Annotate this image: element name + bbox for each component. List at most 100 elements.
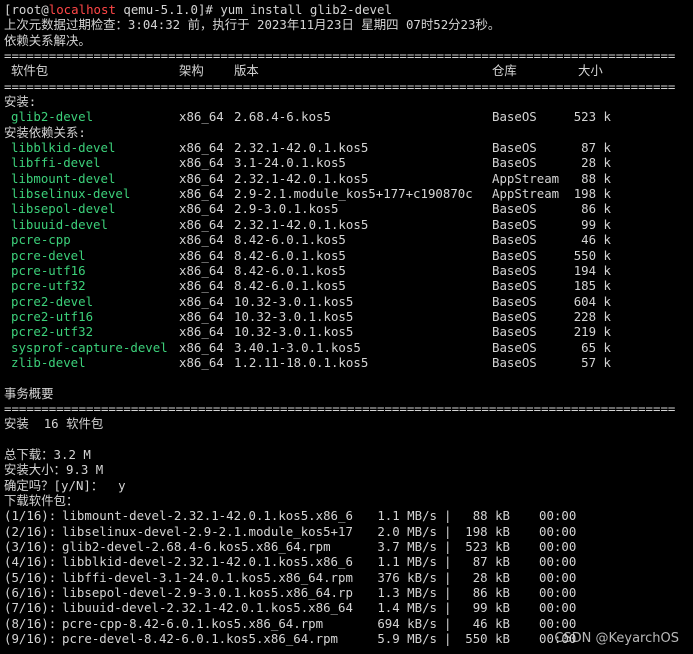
package-repo: BaseOS [492, 354, 537, 370]
download-row: (8/16): pcre-cpp-8.42-6.0.1.kos5.x86_64.r… [4, 616, 691, 631]
download-row: (4/16): libblkid-devel-2.32.1-42.0.1.kos5… [4, 554, 691, 569]
download-index: (1/16): [4, 508, 57, 524]
total-download: 总下载：3.2 M [4, 446, 91, 462]
download-row: (3/16): glib2-devel-2.68.4-6.kos5.x86_64.… [4, 539, 691, 554]
package-repo: BaseOS [492, 247, 537, 263]
header-size: 大小 [578, 63, 603, 79]
table-header-row: 软件包 架构 版本 仓库 大小 [4, 63, 691, 78]
package-size: 523 k [573, 109, 611, 125]
package-version: 8.42-6.0.1.kos5 [234, 232, 346, 248]
package-name: pcre2-utf32 [11, 324, 94, 340]
package-arch: x86_64 [179, 293, 224, 309]
package-size: 57 k [581, 354, 611, 370]
package-name: libblkid-devel [11, 140, 116, 156]
installing-label: 安装: [4, 94, 37, 110]
download-file: pcre-devel-8.42-6.0.1.kos5.x86_64.rpm [62, 631, 339, 647]
download-file: libuuid-devel-2.32.1-42.0.1.kos5.x86_64 [62, 600, 353, 616]
download-rate: 1.3 MB/s [377, 585, 437, 601]
package-row: sysprof-capture-devel x86_64 3.40.1-3.0.1.… [4, 340, 691, 355]
confirm-prompt: 确定吗？[y/N]： y [4, 477, 126, 493]
download-time: 00:00 [539, 508, 577, 524]
download-rate: 694 kB/s [377, 615, 437, 631]
download-time: 00:00 [539, 600, 577, 616]
package-arch: x86_64 [179, 339, 224, 355]
dependencies-label: 安装依赖关系: [4, 124, 86, 140]
prompt-hostname: localhost [48, 2, 116, 17]
package-version: 10.32-3.0.1.kos5 [234, 293, 354, 309]
package-version: 2.9-3.0.1.kos5 [234, 201, 339, 217]
download-row: (2/16): libselinux-devel-2.9-2.1.module_k… [4, 524, 691, 539]
package-arch: x86_64 [179, 186, 224, 202]
download-divider: | [444, 554, 452, 570]
download-index: (8/16): [4, 615, 57, 631]
package-name: libsepol-devel [11, 201, 116, 217]
package-repo: BaseOS [492, 293, 537, 309]
download-list: (1/16): libmount-devel-2.32.1-42.0.1.kos5… [4, 508, 691, 646]
download-index: (4/16): [4, 554, 57, 570]
package-repo: BaseOS [492, 278, 537, 294]
download-index: (2/16): [4, 523, 57, 539]
package-size: 185 k [573, 278, 611, 294]
package-row: libsepol-devel x86_64 2.9-3.0.1.kos5 BaseOS… [4, 201, 691, 216]
package-arch: x86_64 [179, 216, 224, 232]
download-row: (6/16): libsepol-devel-2.9-3.0.1.kos5.x86… [4, 585, 691, 600]
download-row: (5/16): libffi-devel-3.1-24.0.1.kos5.x86_… [4, 570, 691, 585]
package-size: 87 k [581, 140, 611, 156]
download-rate: 1.1 MB/s [377, 554, 437, 570]
download-rate: 3.7 MB/s [377, 539, 437, 555]
package-repo: BaseOS [492, 109, 537, 125]
package-size: 198 k [573, 186, 611, 202]
package-name: libselinux-devel [11, 186, 131, 202]
package-repo: AppStream [492, 186, 560, 202]
csdn-watermark: CSDN @KeyarchOS [554, 630, 679, 646]
package-row: zlib-devel x86_64 1.2.11-18.0.1.kos5 BaseOS… [4, 355, 691, 370]
download-size: 523 kB [465, 539, 510, 555]
package-size: 604 k [573, 293, 611, 309]
download-divider: | [444, 523, 452, 539]
header-package: 软件包 [11, 63, 49, 79]
download-divider: | [444, 539, 452, 555]
download-time: 00:00 [539, 539, 577, 555]
download-time: 00:00 [539, 523, 577, 539]
package-repo: BaseOS [492, 140, 537, 156]
package-size: 219 k [573, 324, 611, 340]
package-arch: x86_64 [179, 278, 224, 294]
package-arch: x86_64 [179, 201, 224, 217]
download-file: glib2-devel-2.68.4-6.kos5.x86_64.rpm [62, 539, 331, 555]
download-divider: | [444, 600, 452, 616]
terminal-output[interactable]: [root@localhost qemu-5.1.0]# yum install… [4, 2, 691, 646]
download-divider: | [444, 508, 452, 524]
download-file: libsepol-devel-2.9-3.0.1.kos5.x86_64.rp [62, 585, 353, 601]
header-repo: 仓库 [492, 63, 517, 79]
package-arch: x86_64 [179, 140, 224, 156]
download-size: 99 kB [472, 600, 510, 616]
package-version: 10.32-3.0.1.kos5 [234, 308, 354, 324]
package-version: 8.42-6.0.1.kos5 [234, 262, 346, 278]
package-name: pcre2-utf16 [11, 308, 94, 324]
package-size: 86 k [581, 201, 611, 217]
download-index: (9/16): [4, 631, 57, 647]
package-size: 28 k [581, 155, 611, 171]
dependencies-table: libblkid-devel x86_64 2.32.1-42.0.1.kos5 Ba… [4, 140, 691, 370]
separator-line: ========================================… [4, 48, 676, 64]
package-arch: x86_64 [179, 170, 224, 186]
download-size: 88 kB [472, 508, 510, 524]
download-divider: | [444, 569, 452, 585]
package-row: libselinux-devel x86_64 2.9-2.1.module_kos… [4, 186, 691, 201]
package-version: 2.32.1-42.0.1.kos5 [234, 216, 369, 232]
download-index: (6/16): [4, 585, 57, 601]
download-file: libselinux-devel-2.9-2.1.module_kos5+17 [62, 523, 353, 539]
package-repo: BaseOS [492, 232, 537, 248]
download-file: libblkid-devel-2.32.1-42.0.1.kos5.x86_6 [62, 554, 353, 570]
package-row: pcre-utf16 x86_64 8.42-6.0.1.kos5 BaseOS 194… [4, 263, 691, 278]
package-size: 65 k [581, 339, 611, 355]
package-repo: BaseOS [492, 201, 537, 217]
package-row: pcre2-utf16 x86_64 10.32-3.0.1.kos5 BaseOS 2… [4, 309, 691, 324]
download-size: 198 kB [465, 523, 510, 539]
package-row: pcre-utf32 x86_64 8.42-6.0.1.kos5 BaseOS 185… [4, 278, 691, 293]
package-size: 194 k [573, 262, 611, 278]
package-name: sysprof-capture-devel [11, 339, 168, 355]
package-arch: x86_64 [179, 262, 224, 278]
downloading-label: 下载软件包： [4, 493, 79, 508]
